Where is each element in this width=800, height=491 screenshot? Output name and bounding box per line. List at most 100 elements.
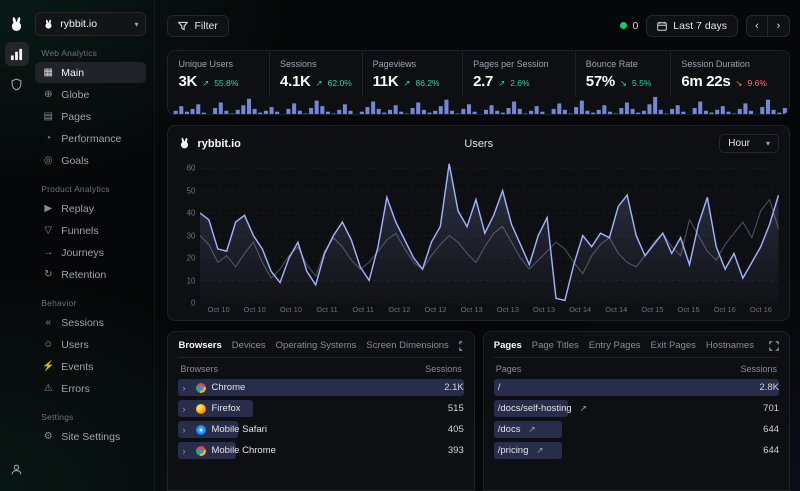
sidebar-item-errors[interactable]: ⚠ Errors [35,378,146,399]
table-row[interactable]: /pricing ↗ 644 [494,442,779,459]
table-row[interactable]: › Firefox 515 [178,400,463,417]
trend-icon: ↘ [620,78,627,89]
stat-bounce-rate[interactable]: Bounce Rate 57% ↘ 5.5% [575,51,671,96]
sidebar-item-label: Goals [61,155,88,167]
stat-pageviews[interactable]: Pageviews 11K ↗ 86.2% [362,51,463,96]
page-path: / [498,382,501,393]
chevron-down-icon: ▾ [766,139,770,148]
sidebar-item-retention[interactable]: ↻ Retention [35,264,146,285]
trend-icon: ↘ [735,78,742,89]
tab-page-titles[interactable]: Page Titles [532,340,579,351]
workspace-logo-icon [43,19,54,30]
table-row[interactable]: › Chrome 2.1K [178,379,463,396]
chevron-right-icon[interactable]: › [182,425,191,435]
sidebar-item-sessions[interactable]: « Sessions [35,312,146,333]
tab-hostnames[interactable]: Hostnames [706,340,754,351]
bar-chart-icon[interactable] [5,42,29,66]
chrome-icon [196,446,206,456]
file-icon: ▤ [42,111,54,122]
tab-devices[interactable]: Devices [232,340,266,351]
next-period-button[interactable]: › [768,15,790,37]
row-label: Mobile Chrome [211,445,275,456]
stats-card: Unique Users 3K ↗ 55.8% Sessions 4.1K ↗ … [167,50,790,115]
sidebar: rybbit.io ▾ Web Analytics ▦ Main ⊕ Globe… [33,0,155,491]
sidebar-item-journeys[interactable]: → Journeys [35,242,146,263]
sidebar-item-pages[interactable]: ▤ Pages [35,106,146,127]
workspace-switcher[interactable]: rybbit.io ▾ [35,12,146,36]
stat-sessions[interactable]: Sessions 4.1K ↗ 62.0% [269,51,362,96]
shield-icon[interactable] [5,72,29,96]
sidebar-item-globe[interactable]: ⊕ Globe [35,84,146,105]
sidebar-item-label: Main [61,67,84,79]
sidebar-item-performance[interactable]: ◔ Performance [35,128,146,149]
bottom-cards: Browsers Devices Operating Systems Scree… [167,331,790,491]
safari-icon [196,425,206,435]
x-tick-label: Oct 14 [598,305,634,314]
tab-pages[interactable]: Pages [494,340,522,351]
sidebar-item-goals[interactable]: ◎ Goals [35,150,146,171]
sidebar-item-site-settings[interactable]: ⚙ Site Settings [35,426,146,447]
sidebar-item-funnels[interactable]: ▽ Funnels [35,220,146,241]
y-tick-label: 60 [187,164,196,173]
online-users-indicator: 0 [620,20,638,32]
stat-label: Bounce Rate [586,59,661,69]
trend-icon: ↗ [316,78,323,89]
table-row[interactable]: /docs ↗ 644 [494,421,779,438]
expand-icon[interactable] [459,341,464,351]
sidebar-item-main[interactable]: ▦ Main [35,62,146,83]
sidebar-item-users[interactable]: ☺ Users [35,334,146,355]
x-tick-label: Oct 10 [237,305,273,314]
chevron-right-icon[interactable]: › [182,383,191,393]
table-row[interactable]: › Mobile Safari 405 [178,421,463,438]
date-range-button[interactable]: Last 7 days [646,15,738,37]
expand-icon[interactable] [769,341,779,351]
tab-operating-systems[interactable]: Operating Systems [276,340,357,351]
stat-change: 9.6% [748,78,767,88]
icon-rail [0,0,33,491]
external-link-icon[interactable]: ↗ [536,445,543,456]
tab-browsers[interactable]: Browsers [178,340,221,351]
chevron-down-icon: ▾ [134,20,138,29]
users-chart-card: rybbit.io Users Hour ▾ 6050403020100 Oct… [167,125,790,321]
sidebar-item-label: Site Settings [61,431,120,443]
granularity-value: Hour [728,138,750,149]
row-value: 405 [440,424,464,435]
stat-change: 55.8% [214,78,238,88]
trend-icon: ↗ [202,78,209,89]
stat-pages-per-session[interactable]: Pages per Session 2.7 ↗ 2.6% [462,51,575,96]
stat-change: 62.0% [328,78,352,88]
stat-label: Sessions [280,59,352,69]
x-tick-label: Oct 11 [345,305,381,314]
chevron-right-icon[interactable]: › [182,404,191,414]
refresh-icon: ↻ [42,269,54,280]
user-profile-icon[interactable] [5,457,29,481]
external-link-icon[interactable]: ↗ [580,403,587,414]
sidebar-item-events[interactable]: ⚡ Events [35,356,146,377]
chevron-right-icon[interactable]: › [182,446,191,456]
prev-period-button[interactable]: ‹ [746,15,768,37]
granularity-select[interactable]: Hour ▾ [719,134,779,153]
stat-unique-users[interactable]: Unique Users 3K ↗ 55.8% [168,51,269,96]
sidebar-item-replay[interactable]: ▶ Replay [35,198,146,219]
section-label-web-analytics: Web Analytics [41,48,140,58]
column-name: Browsers [180,364,218,374]
table-row[interactable]: › Mobile Chrome 393 [178,442,463,459]
tab-entry-pages[interactable]: Entry Pages [589,340,641,351]
tab-screen-dimensions[interactable]: Screen Dimensions [366,340,448,351]
overview-sparkline [168,96,789,115]
table-row[interactable]: /docs/self-hosting ↗ 701 [494,400,779,417]
browsers-card: Browsers Devices Operating Systems Scree… [167,331,474,491]
lightning-icon: ⚡ [42,361,54,372]
stat-label: Pageviews [373,59,453,69]
stat-value: 57% [586,73,615,90]
filter-button[interactable]: Filter [167,15,228,37]
stat-change: 86.2% [416,78,440,88]
table-row[interactable]: / 2.8K [494,379,779,396]
external-link-icon[interactable]: ↗ [528,424,535,435]
tab-exit-pages[interactable]: Exit Pages [651,340,696,351]
app-window: rybbit.io ▾ Web Analytics ▦ Main ⊕ Globe… [0,0,800,491]
stat-session-duration[interactable]: Session Duration 6m 22s ↘ 9.6% [670,51,789,96]
rybbit-logo-icon[interactable] [5,12,29,36]
section-label-product-analytics: Product Analytics [41,184,140,194]
chart-brand-label: rybbit.io [197,138,240,150]
